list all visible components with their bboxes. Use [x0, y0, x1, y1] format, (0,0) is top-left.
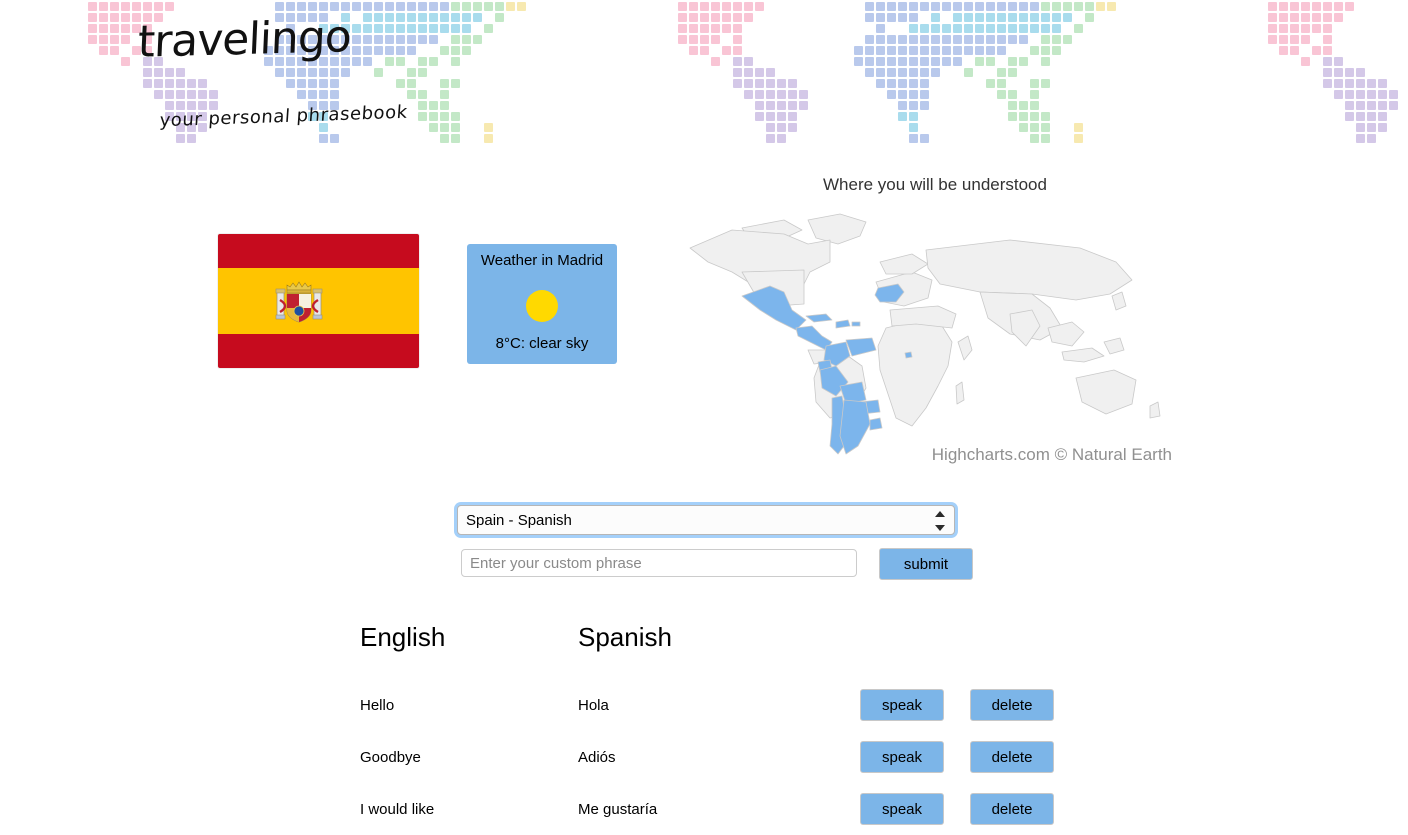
- weather-card: Weather in Madrid 8°C: clear sky: [467, 244, 617, 364]
- column-header-speak: [860, 622, 970, 679]
- sun-icon: [526, 290, 558, 322]
- submit-button[interactable]: submit: [879, 548, 973, 580]
- table-row: Hello Hola speak delete: [360, 679, 1080, 731]
- table-row: Goodbye Adiós speak delete: [360, 731, 1080, 783]
- speak-button[interactable]: speak: [860, 741, 944, 773]
- phrase-form: Spain - Spanish submit: [457, 505, 977, 581]
- weather-description: 8°C: clear sky: [495, 335, 589, 352]
- delete-button[interactable]: delete: [970, 741, 1054, 773]
- country-flag-spain: [218, 234, 419, 368]
- logo: travelingo your personal phrasebook: [120, 8, 480, 138]
- coat-of-arms-icon: [275, 281, 323, 323]
- custom-phrase-input[interactable]: [461, 549, 857, 577]
- column-header-spanish: Spanish: [578, 622, 672, 652]
- speak-button[interactable]: speak: [860, 793, 944, 825]
- phrase-english: Goodbye: [360, 748, 421, 766]
- map-credits[interactable]: Highcharts.com © Natural Earth: [932, 445, 1172, 465]
- table-header-row: English Spanish: [360, 622, 1080, 679]
- speak-cell: speak: [860, 731, 970, 783]
- delete-button[interactable]: delete: [970, 793, 1054, 825]
- header-banner: travelingo your personal phrasebook: [0, 0, 1408, 148]
- phrase-spanish: Me gustaría: [578, 800, 658, 818]
- map-title: Where you will be understood: [823, 175, 1047, 194]
- logo-title: travelingo: [136, 11, 352, 68]
- phrase-spanish: Adiós: [578, 748, 616, 766]
- phrase-spanish: Hola: [578, 696, 609, 714]
- stepper-arrows-icon[interactable]: [935, 510, 945, 532]
- map-svg[interactable]: [680, 210, 1190, 460]
- speak-button[interactable]: speak: [860, 689, 944, 721]
- column-header-delete: [970, 622, 1080, 679]
- delete-button[interactable]: delete: [970, 689, 1054, 721]
- delete-cell: delete: [970, 679, 1080, 731]
- weather-city-label: Weather in Madrid: [480, 252, 604, 269]
- world-map-chart[interactable]: Where you will be understood Highcharts.…: [680, 165, 1190, 475]
- phrase-english: I would like: [360, 800, 435, 818]
- column-header-english: English: [360, 622, 446, 652]
- table-row: I would like Me gustaría speak delete: [360, 783, 1080, 835]
- language-select[interactable]: Spain - Spanish: [457, 505, 955, 535]
- phrase-english: Hello: [360, 696, 395, 714]
- delete-cell: delete: [970, 783, 1080, 835]
- phrase-table: English Spanish Hello Hola speak delete Good…: [360, 622, 1080, 835]
- delete-cell: delete: [970, 731, 1080, 783]
- speak-cell: speak: [860, 783, 970, 835]
- language-select-value: Spain - Spanish: [466, 511, 572, 529]
- logo-tagline: your personal phrasebook: [158, 101, 409, 132]
- speak-cell: speak: [860, 679, 970, 731]
